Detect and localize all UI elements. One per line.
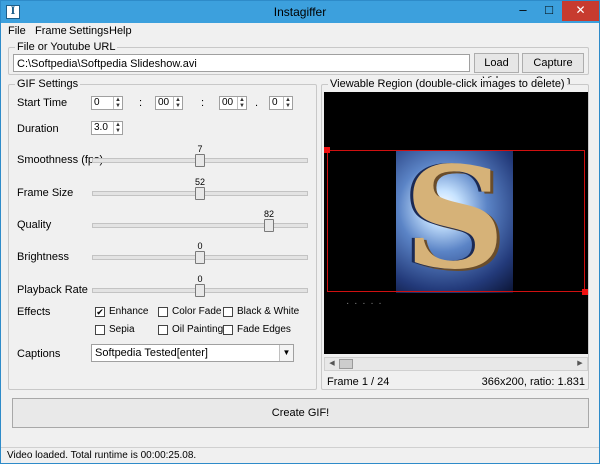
start-minute-spinner[interactable]: 00 ▲ ▼	[155, 96, 183, 110]
slider-value: 82	[263, 209, 274, 219]
source-group-label: File or Youtube URL	[15, 41, 118, 53]
start-second-spinner[interactable]: 00 ▲ ▼	[219, 96, 247, 110]
slider-thumb[interactable]	[195, 187, 205, 200]
captions-value: Softpedia Tested[enter]	[95, 347, 208, 359]
slider-value: 7	[197, 144, 203, 154]
viewer-group-label: Viewable Region (double-click images to …	[328, 78, 567, 90]
size-ratio-info: 366x200, ratio: 1.831	[481, 376, 585, 388]
effect-label: Oil Painting	[172, 324, 224, 335]
duration-spinner[interactable]: 3.0 ▲ ▼	[91, 121, 123, 135]
status-text: Video loaded. Total runtime is 00:00:25.…	[7, 450, 197, 461]
minimize-icon[interactable]: –	[510, 1, 536, 21]
effect-checkbox[interactable]: ✔	[95, 307, 105, 317]
crop-selection[interactable]	[327, 150, 585, 292]
start-millis-spinner[interactable]: 0 ▲ ▼	[269, 96, 293, 110]
menu-help[interactable]: Help	[109, 25, 132, 37]
load-video-button[interactable]: Load Video	[474, 53, 519, 87]
scroll-thumb[interactable]	[339, 359, 353, 369]
slider-thumb[interactable]	[195, 154, 205, 167]
slider-value: 0	[197, 241, 203, 251]
slider-label: Playback Rate	[17, 284, 88, 296]
menu-frame[interactable]: Frame	[35, 25, 67, 37]
slider-label: Quality	[17, 219, 52, 231]
slider-track[interactable]	[92, 223, 308, 228]
effect-label: Black & White	[237, 306, 300, 317]
maximize-icon[interactable]: □	[536, 1, 562, 21]
start-hour-spinner[interactable]: 0 ▲ ▼	[91, 96, 123, 110]
start-time-label: Start Time	[17, 97, 68, 109]
scroll-right-icon[interactable]: ▶	[573, 358, 587, 370]
captions-label: Captions	[17, 348, 61, 360]
app-window: I Instagiffer – □ ✕ File Frame Settings …	[0, 0, 600, 464]
duration-label: Duration	[17, 123, 59, 135]
slider-thumb[interactable]	[195, 251, 205, 264]
effect-checkbox[interactable]	[158, 325, 168, 335]
slider-thumb[interactable]	[195, 284, 205, 297]
status-bar: Video loaded. Total runtime is 00:00:25.…	[1, 447, 599, 463]
menu-file[interactable]: File	[8, 25, 26, 37]
spinner-arrows-icon[interactable]: ▲ ▼	[113, 122, 122, 134]
menu-settings[interactable]: Settings	[69, 25, 109, 37]
captions-combo[interactable]: Softpedia Tested[enter] ▼	[91, 344, 294, 362]
video-viewport[interactable]: S · · · · ·	[324, 92, 588, 354]
spinner-arrows-icon[interactable]: ▲ ▼	[173, 97, 182, 109]
gif-settings-label: GIF Settings	[15, 78, 81, 90]
effect-label: Fade Edges	[237, 324, 291, 335]
frame-scrollbar[interactable]: ◀ ▶	[324, 357, 588, 371]
spinner-arrows-icon[interactable]: ▲ ▼	[237, 97, 246, 109]
title-bar[interactable]: I Instagiffer – □ ✕	[1, 1, 599, 23]
spinner-arrows-icon[interactable]: ▲ ▼	[283, 97, 292, 109]
effect-checkbox[interactable]	[223, 325, 233, 335]
effect-label: Enhance	[109, 306, 149, 317]
crop-handle-top-left[interactable]	[324, 147, 330, 153]
slider-label: Brightness	[17, 251, 69, 263]
slider-value: 52	[194, 177, 205, 187]
chevron-down-icon[interactable]: ▼	[279, 345, 293, 361]
spinner-arrows-icon[interactable]: ▲ ▼	[113, 97, 122, 109]
slider-label: Frame Size	[17, 187, 74, 199]
capture-screen-button[interactable]: Capture Screen	[522, 53, 584, 87]
menu-bar: File Frame Settings Help	[1, 23, 599, 40]
close-icon[interactable]: ✕	[562, 1, 599, 21]
slider-thumb[interactable]	[264, 219, 274, 232]
effect-checkbox[interactable]	[223, 307, 233, 317]
crop-handle-bottom-right[interactable]	[582, 289, 588, 295]
effects-label: Effects	[17, 306, 51, 318]
slider-label: Smoothness (fps)	[17, 154, 104, 166]
scroll-left-icon[interactable]: ◀	[325, 358, 339, 370]
slider-value: 0	[197, 274, 203, 284]
effect-checkbox[interactable]	[158, 307, 168, 317]
effect-label: Color Fade	[172, 306, 222, 317]
frame-counter: Frame 1 / 24	[327, 376, 390, 388]
watermark: · · · · ·	[346, 298, 383, 309]
effect-checkbox[interactable]	[95, 325, 105, 335]
create-gif-button[interactable]: Create GIF!	[12, 398, 589, 428]
effect-label: Sepia	[109, 324, 135, 335]
file-path-input[interactable]: C:\Softpedia\Softpedia Slideshow.avi	[13, 54, 470, 72]
